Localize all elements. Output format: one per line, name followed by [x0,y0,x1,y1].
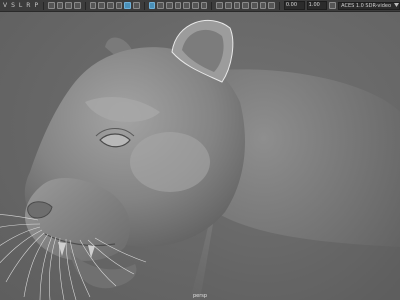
maya-viewport-window: V S L R P 0.00 1.00 ACES 1.0 SDR-video p… [0,0,400,300]
gate-mask-icon[interactable] [115,2,123,9]
resolution-gate-icon[interactable] [106,2,114,9]
toolbar-separator [143,1,145,10]
toolbar-separator [43,1,44,10]
3d-viewport[interactable]: persp [0,12,400,300]
view-transform-label: ACES 1.0 SDR-video (sRGB) [341,2,392,9]
multisample-aa-icon[interactable] [233,2,241,9]
camera-name-label: persp [192,293,208,299]
view-transform-select[interactable]: ACES 1.0 SDR-video (sRGB) [338,1,400,10]
use-all-lights-icon[interactable] [191,2,199,9]
menu-lighting[interactable]: L [18,0,23,12]
film-gate-icon[interactable] [98,2,105,9]
panel-toolbar: V S L R P 0.00 1.00 ACES 1.0 SDR-video [0,0,400,12]
wireframe-icon[interactable] [148,2,156,9]
toolbar-separator [211,1,213,10]
wireframe-on-shaded-icon[interactable] [174,2,182,9]
safe-action-icon[interactable] [132,2,140,9]
toolbar-separator [84,1,86,10]
select-camera-icon[interactable] [48,2,55,9]
menu-view[interactable]: V [2,0,8,12]
chevron-down-icon [394,2,400,10]
use-default-material-icon[interactable] [165,2,173,9]
smooth-shade-icon[interactable] [157,2,164,9]
panther-sculpt-mesh [0,19,400,300]
isolate-select-icon[interactable] [250,2,258,9]
grid-icon[interactable] [89,2,97,9]
bookmark-icon[interactable] [65,2,73,9]
image-plane-icon[interactable] [74,2,81,9]
menu-panels[interactable]: P [33,0,39,12]
exposure-field[interactable]: 0.00 [283,1,305,10]
xray-icon[interactable] [259,2,267,9]
menu-shading[interactable]: S [10,0,16,12]
camera-attributes-icon[interactable] [56,2,64,9]
color-management-icon[interactable] [329,2,337,9]
xray-joints-icon[interactable] [268,2,275,9]
cheek-highlight [130,132,210,192]
menu-renderer[interactable]: R [25,0,31,12]
textured-icon[interactable] [183,2,190,9]
screen-space-ao-icon[interactable] [216,2,223,9]
gamma-field[interactable]: 1.00 [306,1,328,10]
toolbar-separator [278,1,280,10]
shadows-icon[interactable] [200,2,208,9]
field-chart-icon[interactable] [124,2,131,9]
motion-blur-icon[interactable] [224,2,232,9]
depth-of-field-icon[interactable] [242,2,249,9]
